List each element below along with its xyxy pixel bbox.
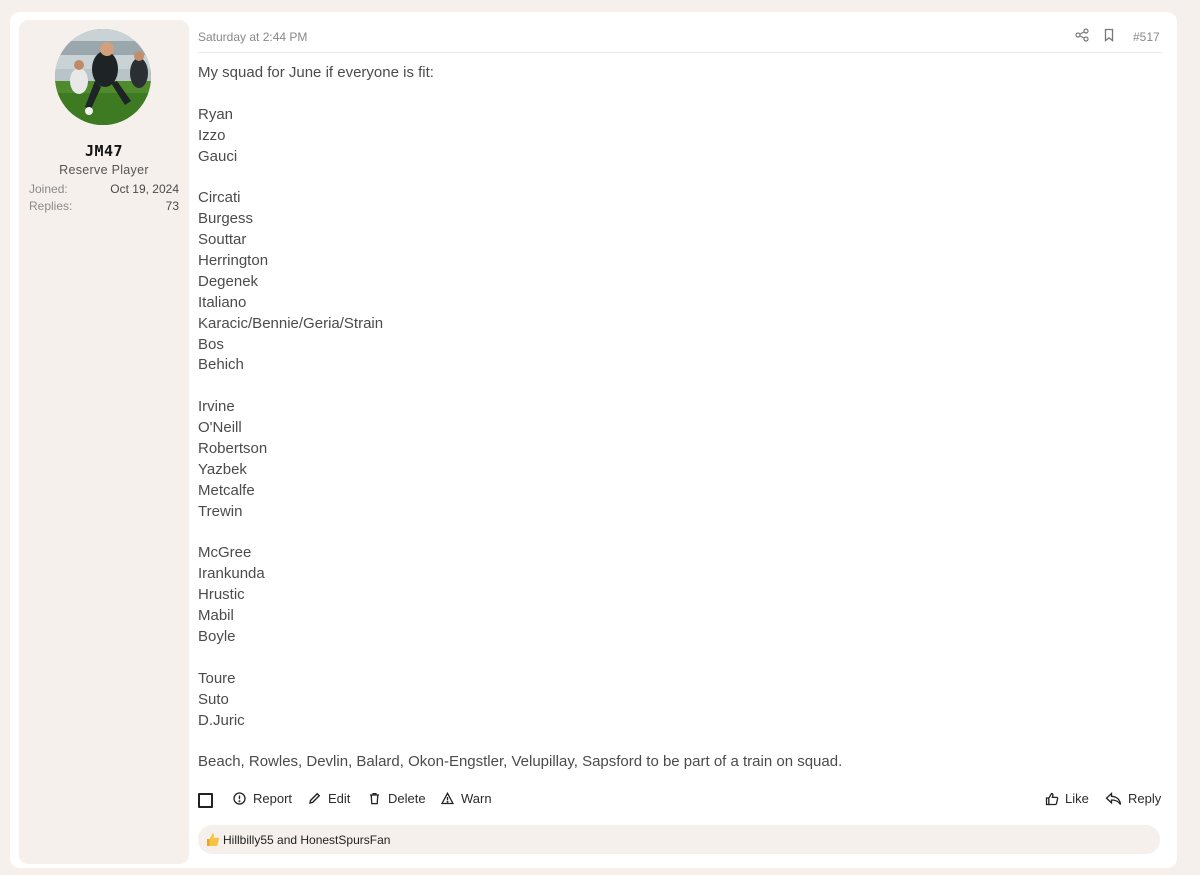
reply-button[interactable]: Reply bbox=[1105, 791, 1161, 806]
post-body-line: Irankunda bbox=[198, 565, 265, 583]
warn-button[interactable]: Warn bbox=[441, 791, 492, 806]
post-body-line: Robertson bbox=[198, 440, 268, 458]
alert-circle-icon bbox=[233, 792, 247, 806]
post-body: My squad for June if everyone is fit: Rya… bbox=[198, 63, 1158, 773]
post-body-line bbox=[198, 167, 1158, 188]
post-body-line bbox=[198, 732, 1158, 753]
delete-button[interactable]: Delete bbox=[368, 791, 426, 806]
avatar[interactable] bbox=[55, 29, 151, 125]
post-body-line: Irvine bbox=[198, 398, 235, 416]
post-actions: Report Edit Delete Warn Like Reply bbox=[198, 788, 1162, 810]
user-title: Reserve Player bbox=[59, 163, 149, 177]
post-body-line: Boyle bbox=[198, 628, 236, 646]
post-body-line: Souttar bbox=[198, 231, 247, 249]
post-body-line: Circati bbox=[198, 189, 241, 207]
post-body-line: Toure bbox=[198, 669, 236, 687]
post-body-line: D.Juric bbox=[198, 711, 245, 729]
post-body-line: Burgess bbox=[198, 210, 254, 228]
replies-stat: Replies: 73 bbox=[29, 199, 179, 213]
avatar-image bbox=[55, 29, 151, 125]
warn-label: Warn bbox=[461, 791, 492, 806]
like-label: Like bbox=[1065, 791, 1089, 806]
pencil-icon bbox=[308, 792, 322, 806]
like-button[interactable]: Like bbox=[1045, 791, 1089, 806]
thumbs-up-icon bbox=[1045, 792, 1059, 806]
user-panel: JM47 Reserve Player Joined: Oct 19, 2024… bbox=[19, 20, 189, 864]
post-number[interactable]: #517 bbox=[1133, 30, 1160, 44]
edit-label: Edit bbox=[328, 791, 351, 806]
report-button[interactable]: Report bbox=[233, 791, 292, 806]
post-body-line: My squad for June if everyone is fit: bbox=[198, 64, 434, 81]
bookmark-icon[interactable] bbox=[1102, 28, 1118, 44]
post-body-line: Mabil bbox=[198, 607, 234, 625]
post-body-line: Beach, Rowles, Devlin, Balard, Okon-Engs… bbox=[198, 753, 843, 771]
edit-button[interactable]: Edit bbox=[308, 791, 350, 806]
report-label: Report bbox=[253, 791, 293, 806]
replies-label: Replies: bbox=[29, 199, 73, 213]
joined-stat: Joined: Oct 19, 2024 bbox=[29, 182, 179, 196]
trash-icon bbox=[368, 792, 382, 806]
post-body-line: Izzo bbox=[198, 126, 226, 144]
username[interactable]: JM47 bbox=[19, 142, 189, 160]
post-body-line: Italiano bbox=[198, 293, 247, 311]
post-timestamp[interactable]: Saturday at 2:44 PM bbox=[198, 30, 307, 44]
share-icon[interactable] bbox=[1075, 28, 1091, 44]
post-body-line: McGree bbox=[198, 544, 252, 562]
forum-post: JM47 Reserve Player Joined: Oct 19, 2024… bbox=[10, 12, 1177, 868]
post-body-line: Metcalfe bbox=[198, 481, 255, 499]
post-body-line: Karacic/Bennie/Geria/Strain bbox=[198, 314, 384, 332]
post-body-line: O'Neill bbox=[198, 419, 242, 437]
post-body-line: Trewin bbox=[198, 502, 243, 520]
select-checkbox[interactable] bbox=[198, 793, 213, 808]
thumbs-up-emoji-icon bbox=[205, 832, 220, 847]
delete-label: Delete bbox=[388, 791, 426, 806]
reply-label: Reply bbox=[1128, 791, 1162, 806]
post-body-line: Hrustic bbox=[198, 586, 245, 604]
post-body-line: Behich bbox=[198, 356, 244, 374]
post-body-line bbox=[198, 523, 1158, 544]
post-body-line: Bos bbox=[198, 335, 224, 353]
post-header: Saturday at 2:44 PM #517 bbox=[198, 12, 1162, 53]
post-body-line: Yazbek bbox=[198, 460, 247, 478]
post-body-line bbox=[198, 376, 1158, 397]
post-body-line: Degenek bbox=[198, 272, 259, 290]
post-body-line: Herrington bbox=[198, 252, 269, 270]
joined-value: Oct 19, 2024 bbox=[110, 182, 179, 196]
post-body-line: Ryan bbox=[198, 105, 234, 123]
replies-value: 73 bbox=[165, 199, 179, 213]
reactions-text[interactable]: Hillbilly55 and HonestSpursFan bbox=[223, 833, 390, 847]
post-body-line: Gauci bbox=[198, 147, 238, 165]
post-body-line bbox=[198, 84, 1158, 105]
post-body-line bbox=[198, 648, 1158, 669]
post-body-line: Suto bbox=[198, 690, 229, 708]
joined-label: Joined: bbox=[29, 182, 68, 196]
post-main: Saturday at 2:44 PM #517 My squad for Ju… bbox=[198, 12, 1162, 868]
reply-arrow-icon bbox=[1105, 791, 1122, 806]
warning-triangle-icon bbox=[441, 792, 455, 806]
reactions-bar[interactable]: Hillbilly55 and HonestSpursFan bbox=[198, 825, 1160, 854]
